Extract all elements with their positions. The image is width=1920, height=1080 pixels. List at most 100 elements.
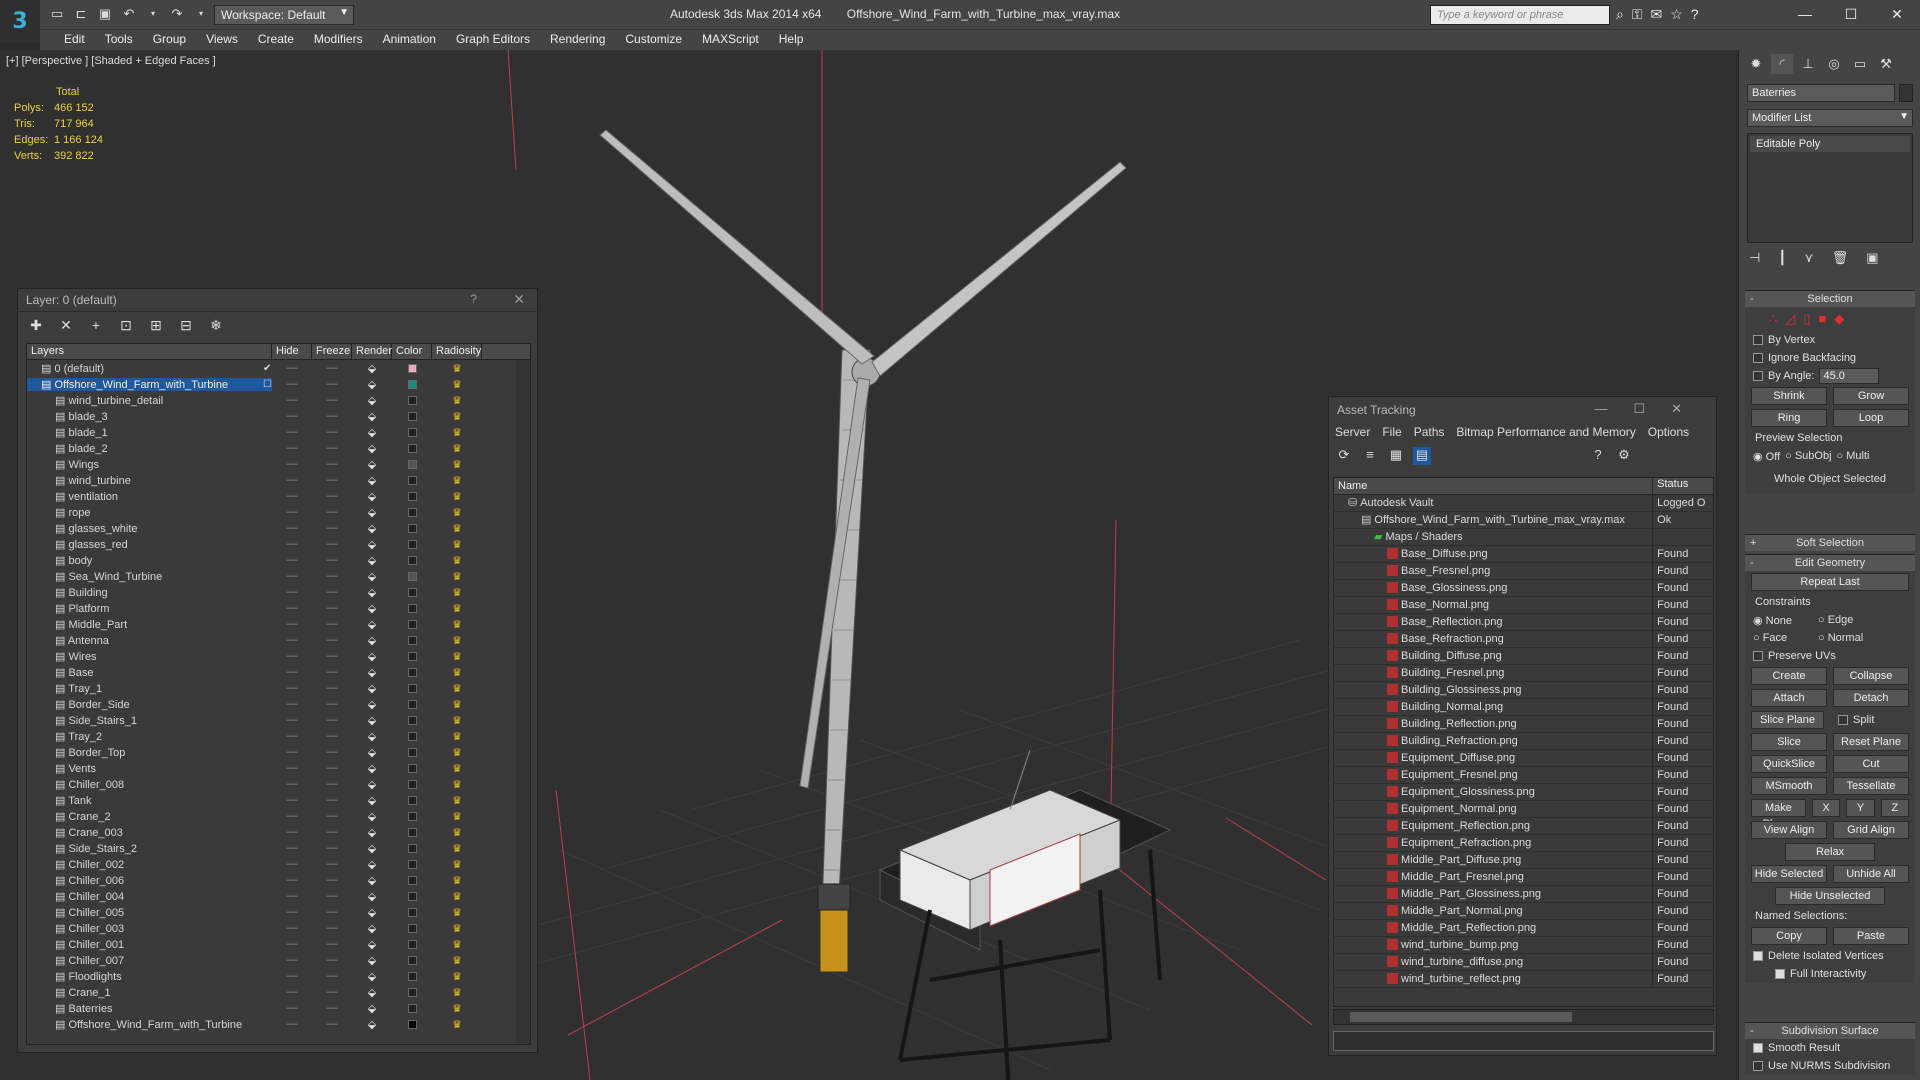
create-layer-icon[interactable]: ✚ bbox=[28, 317, 44, 334]
layer-name[interactable]: ▤ Chiller_005 bbox=[27, 906, 272, 919]
hide-toggle[interactable]: — bbox=[272, 938, 312, 950]
menu-animation[interactable]: Animation bbox=[373, 30, 446, 50]
layer-color-swatch[interactable] bbox=[392, 459, 432, 469]
layer-color-swatch[interactable] bbox=[392, 395, 432, 405]
layer-name[interactable]: ▤ Antenna bbox=[27, 634, 272, 647]
asset-menu-paths[interactable]: Paths bbox=[1414, 425, 1445, 441]
menu-modifiers[interactable]: Modifiers bbox=[304, 30, 373, 50]
layer-row[interactable]: ▤ Side_Stairs_2— — ⬙ ♛ bbox=[27, 840, 530, 856]
tessellate-button[interactable]: Tessellate bbox=[1833, 777, 1909, 795]
layer-color-swatch[interactable] bbox=[392, 491, 432, 501]
render-teapot-icon[interactable]: ⬙ bbox=[352, 378, 392, 391]
layer-color-swatch[interactable] bbox=[392, 523, 432, 533]
render-teapot-icon[interactable]: ⬙ bbox=[352, 506, 392, 519]
layer-row[interactable]: ▤ Antenna — — ⬙ ♛ bbox=[27, 632, 530, 648]
layer-name[interactable]: ▤ wind_turbine_detail bbox=[27, 394, 272, 407]
hide-toggle[interactable]: — bbox=[272, 618, 312, 630]
layer-name[interactable]: ▤ Chiller_008 bbox=[27, 778, 272, 791]
radiosity-lamp-icon[interactable]: ♛ bbox=[432, 410, 482, 423]
radiosity-lamp-icon[interactable]: ♛ bbox=[432, 394, 482, 407]
motion-tab-icon[interactable]: ◎ bbox=[1823, 54, 1845, 74]
radiosity-lamp-icon[interactable]: ♛ bbox=[432, 650, 482, 663]
layer-row[interactable]: ▤ Wires — — ⬙ ♛ bbox=[27, 648, 530, 664]
radiosity-lamp-icon[interactable]: ♛ bbox=[432, 634, 482, 647]
freeze-toggle[interactable]: — bbox=[312, 682, 352, 694]
layer-name[interactable]: ▤ Side_Stairs_1 bbox=[27, 714, 272, 727]
current-layer-check-icon[interactable]: ✔ bbox=[263, 363, 271, 374]
hide-toggle[interactable]: — bbox=[272, 730, 312, 742]
hide-toggle[interactable]: — bbox=[272, 714, 312, 726]
layer-color-swatch[interactable] bbox=[392, 827, 432, 837]
radiosity-lamp-icon[interactable]: ♛ bbox=[432, 474, 482, 487]
layer-name[interactable]: ▤ Crane_1 bbox=[27, 986, 272, 999]
layer-row[interactable]: ▤ Sea_Wind_Turbine — — ⬙ ♛ bbox=[27, 568, 530, 584]
col-hide[interactable]: Hide bbox=[272, 344, 312, 359]
use-nurms-checkbox[interactable]: Use NURMS Subdivision bbox=[1745, 1057, 1915, 1075]
radiosity-lamp-icon[interactable]: ♛ bbox=[432, 618, 482, 631]
hide-toggle[interactable]: — bbox=[272, 586, 312, 598]
render-teapot-icon[interactable]: ⬙ bbox=[352, 714, 392, 727]
layer-list-scrollbar[interactable] bbox=[516, 360, 530, 1044]
radiosity-lamp-icon[interactable]: ♛ bbox=[432, 842, 482, 855]
layer-color-swatch[interactable] bbox=[392, 379, 432, 389]
asset-row[interactable]: Base_Glossiness.png Found bbox=[1334, 579, 1713, 597]
hide-toggle[interactable]: — bbox=[272, 810, 312, 822]
radiosity-lamp-icon[interactable]: ♛ bbox=[432, 538, 482, 551]
freeze-toggle[interactable]: — bbox=[312, 778, 352, 790]
view-align-button[interactable]: View Align bbox=[1751, 821, 1827, 839]
layer-color-swatch[interactable] bbox=[392, 411, 432, 421]
asset-row[interactable]: ▤ Offshore_Wind_Farm_with_Turbine_max_vra… bbox=[1334, 511, 1713, 529]
scroll-thumb[interactable] bbox=[1350, 1012, 1572, 1022]
asset-row[interactable]: Middle_Part_Glossiness.png Found bbox=[1334, 885, 1713, 903]
freeze-toggle[interactable]: — bbox=[312, 858, 352, 870]
render-teapot-icon[interactable]: ⬙ bbox=[352, 442, 392, 455]
asset-row[interactable]: Base_Diffuse.png Found bbox=[1334, 545, 1713, 563]
asset-row[interactable]: wind_turbine_diffuse.png Found bbox=[1334, 953, 1713, 971]
render-teapot-icon[interactable]: ⬙ bbox=[352, 394, 392, 407]
asset-row[interactable]: Equipment_Reflection.png Found bbox=[1334, 817, 1713, 835]
viewport-label[interactable]: [+] [Perspective ] [Shaded + Edged Faces… bbox=[6, 55, 216, 67]
ignore-backfacing-checkbox[interactable]: Ignore Backfacing bbox=[1745, 349, 1915, 367]
freeze-toggle[interactable]: — bbox=[312, 378, 352, 390]
layer-color-swatch[interactable] bbox=[392, 539, 432, 549]
maximize-icon[interactable]: ☐ bbox=[1828, 0, 1874, 30]
layer-row[interactable]: ▤ Platform — — ⬙ ♛ bbox=[27, 600, 530, 616]
slice-plane-button[interactable]: Slice Plane bbox=[1751, 711, 1824, 729]
hide-toggle[interactable]: — bbox=[272, 362, 312, 374]
radiosity-lamp-icon[interactable]: ♛ bbox=[432, 378, 482, 391]
asset-row[interactable]: Building_Diffuse.png Found bbox=[1334, 647, 1713, 665]
open-file-icon[interactable]: ⊏ bbox=[72, 6, 90, 22]
render-teapot-icon[interactable]: ⬙ bbox=[352, 890, 392, 903]
layer-name[interactable]: ▤ ventilation bbox=[27, 490, 272, 503]
asset-row[interactable]: wind_turbine_bump.png Found bbox=[1334, 936, 1713, 954]
layer-row[interactable]: ▤ glasses_white — — ⬙ ♛ bbox=[27, 520, 530, 536]
layer-row[interactable]: ▤ Side_Stairs_1— — ⬙ ♛ bbox=[27, 712, 530, 728]
hide-all-layers-icon[interactable]: ⊟ bbox=[178, 317, 194, 334]
layer-name[interactable]: ▤ Baterries bbox=[27, 1002, 272, 1015]
asset-menu-options[interactable]: Options bbox=[1648, 425, 1689, 441]
render-teapot-icon[interactable]: ⬙ bbox=[352, 1018, 392, 1031]
asset-row[interactable]: Equipment_Refraction.png Found bbox=[1334, 834, 1713, 852]
asset-row[interactable]: Base_Normal.png Found bbox=[1334, 596, 1713, 614]
layer-color-swatch[interactable] bbox=[392, 363, 432, 373]
freeze-toggle[interactable]: — bbox=[312, 746, 352, 758]
layer-color-swatch[interactable] bbox=[392, 891, 432, 901]
hide-toggle[interactable]: — bbox=[272, 922, 312, 934]
radiosity-lamp-icon[interactable]: ♛ bbox=[432, 906, 482, 919]
app-logo-icon[interactable]: 3 bbox=[0, 0, 40, 42]
hide-toggle[interactable]: — bbox=[272, 554, 312, 566]
asset-row[interactable]: wind_turbine_reflect.png Found bbox=[1334, 970, 1713, 988]
polygon-mode-icon[interactable]: ■ bbox=[1818, 311, 1826, 327]
col-render[interactable]: Render bbox=[352, 344, 392, 359]
layer-row[interactable]: ▤ Chiller_007— — ⬙ ♛ bbox=[27, 952, 530, 968]
hide-toggle[interactable]: — bbox=[272, 986, 312, 998]
layer-color-swatch[interactable] bbox=[392, 875, 432, 885]
pin-stack-icon[interactable]: ⊣ bbox=[1749, 250, 1760, 266]
hide-toggle[interactable]: — bbox=[272, 698, 312, 710]
asset-row[interactable]: ⛁ Autodesk Vault Logged O bbox=[1334, 494, 1713, 512]
radiosity-lamp-icon[interactable]: ♛ bbox=[432, 442, 482, 455]
layer-name[interactable]: ▤ Offshore_Wind_Farm_with_Turbine bbox=[27, 1018, 272, 1031]
layer-row[interactable]: ▤ Chiller_008— — ⬙ ♛ bbox=[27, 776, 530, 792]
freeze-toggle[interactable]: — bbox=[312, 426, 352, 438]
render-teapot-icon[interactable]: ⬙ bbox=[352, 522, 392, 535]
